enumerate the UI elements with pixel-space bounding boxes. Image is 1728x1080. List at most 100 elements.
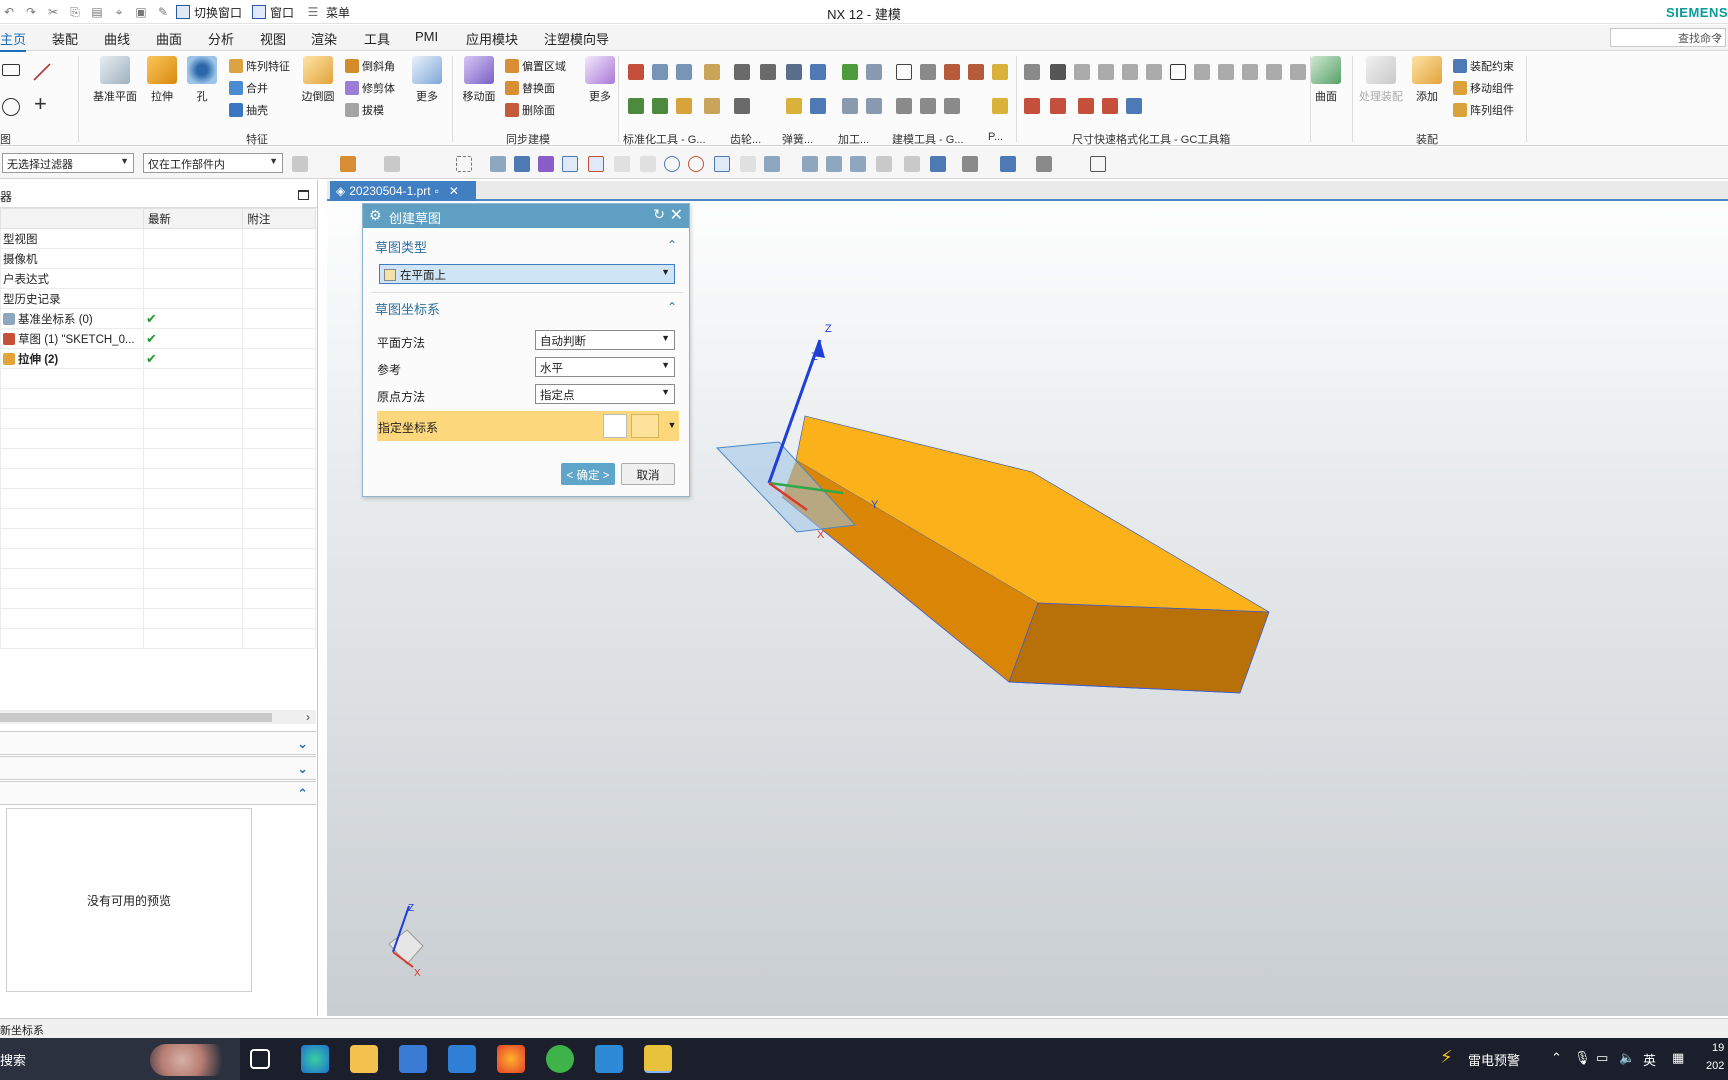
gear-icon[interactable] (704, 64, 720, 80)
dimension-icon[interactable] (1122, 64, 1138, 80)
gear-icon[interactable] (734, 64, 750, 80)
snap-icon[interactable] (340, 156, 356, 172)
table-row[interactable]: 摄像机 (0, 248, 316, 269)
dimension-icon[interactable] (1266, 64, 1282, 80)
dimension-icon[interactable] (1074, 64, 1090, 80)
dimension-icon[interactable] (1024, 64, 1040, 80)
dimension-icon[interactable] (1126, 98, 1142, 114)
search-icon[interactable]: ⌕ (1716, 30, 1722, 43)
command-search-input[interactable]: 查找命令 ⌕ (1610, 28, 1726, 47)
pmi-tool-icon[interactable] (992, 98, 1008, 114)
reference-dropdown[interactable]: 水平 ▼ (535, 357, 675, 377)
dimension-icon[interactable] (1078, 98, 1094, 114)
chevron-up-icon[interactable]: ⌃ (297, 786, 308, 802)
nx-app-icon[interactable] (644, 1045, 672, 1073)
gear-icon[interactable] (760, 64, 776, 80)
move-component-button[interactable]: 移动组件 (1453, 80, 1514, 96)
microphone-icon[interactable]: 🎙 (1574, 1050, 1591, 1066)
datum-plane-button[interactable]: 基准平面 (93, 56, 137, 104)
clock-time[interactable]: 19 (1712, 1042, 1724, 1054)
chevron-down-icon[interactable]: ▼ (665, 414, 679, 438)
std-tool-icon[interactable] (628, 98, 644, 114)
tab-curve[interactable]: 曲线 (104, 29, 130, 48)
gear-icon[interactable]: ⚙ (369, 207, 382, 224)
modeling-tool-icon[interactable] (944, 98, 960, 114)
dependencies-panel-header[interactable]: ⌄ (0, 731, 316, 755)
view-icon[interactable] (514, 156, 530, 172)
taskbar-search[interactable]: 搜索 (0, 1038, 240, 1080)
sketch-type-section-title[interactable]: 草图类型 (375, 237, 427, 256)
table-row[interactable]: 草图 (1) "SKETCH_0... ✔ (0, 328, 316, 349)
render-style-icon[interactable] (1000, 156, 1016, 172)
inferred-csys-icon[interactable] (631, 414, 659, 438)
machining-icon[interactable] (866, 98, 882, 114)
pattern-feature-button[interactable]: 阵列特征 (229, 58, 290, 74)
spring-icon[interactable] (810, 64, 826, 80)
lightning-icon[interactable]: ⚡ (1440, 1047, 1453, 1068)
store-icon[interactable] (399, 1045, 427, 1073)
modeling-tool-icon[interactable] (944, 64, 960, 80)
snap-point-icon[interactable] (614, 156, 630, 172)
snap-icon[interactable] (384, 156, 400, 172)
clock-date[interactable]: 202 (1706, 1060, 1724, 1072)
chevron-down-icon[interactable]: ⌄ (297, 761, 308, 777)
std-tool-icon[interactable] (676, 64, 692, 80)
table-row[interactable]: 户表达式 (0, 268, 316, 289)
gear-icon[interactable] (734, 98, 750, 114)
dimension-icon[interactable] (1194, 64, 1210, 80)
snap-point-icon[interactable] (664, 156, 680, 172)
modeling-tool-icon[interactable] (920, 64, 936, 80)
surface-button[interactable]: 曲面 (1304, 56, 1348, 104)
edge-browser-icon[interactable] (301, 1045, 329, 1073)
horizontal-scrollbar[interactable]: › (0, 710, 316, 724)
dimension-icon[interactable] (1098, 64, 1114, 80)
move-face-button[interactable]: 移动面 (457, 56, 501, 104)
render-style-icon[interactable] (962, 156, 978, 172)
edge-blend-button[interactable]: 边倒圆 (296, 56, 340, 104)
tab-applications[interactable]: 应用模块 (466, 29, 518, 48)
specify-csys-row[interactable]: 指定坐标系 ▼ (377, 411, 679, 441)
chamfer-button[interactable]: 倒斜角 (345, 58, 395, 74)
green-app-icon[interactable] (546, 1045, 574, 1073)
std-tool-icon[interactable] (652, 64, 668, 80)
close-icon[interactable]: ✕ (670, 205, 683, 225)
dimension-icon[interactable] (1024, 98, 1040, 114)
snap-point-icon[interactable] (714, 156, 730, 172)
scope-dropdown[interactable]: 仅在工作部件内 ▼ (143, 153, 283, 173)
tab-home[interactable]: 主页 (0, 29, 27, 52)
point-icon[interactable]: + (34, 93, 50, 115)
snap-point-icon[interactable] (562, 156, 578, 172)
column-header-name[interactable] (0, 208, 144, 229)
view-icon[interactable] (826, 156, 842, 172)
pmi-tool-icon[interactable] (992, 64, 1008, 80)
shell-button[interactable]: 抽壳 (229, 102, 268, 118)
table-row[interactable]: 基准坐标系 (0) ✔ (0, 308, 316, 329)
view-icon[interactable] (930, 156, 946, 172)
sketch-type-dropdown[interactable]: 在平面上 ▼ (379, 264, 675, 284)
table-row[interactable]: 型历史记录 (0, 288, 316, 309)
snap-point-icon[interactable] (640, 156, 656, 172)
chevron-up-icon[interactable]: ⌃ (667, 238, 677, 252)
line-icon[interactable] (32, 62, 51, 81)
reset-icon[interactable]: ↻ (653, 206, 665, 223)
ime-mode-icon[interactable]: ▦ (1672, 1050, 1684, 1066)
triangle-icon[interactable] (896, 64, 912, 80)
dimension-icon[interactable] (1218, 64, 1234, 80)
plane-method-dropdown[interactable]: 自动判断 ▼ (535, 330, 675, 350)
snap-point-icon[interactable] (740, 156, 756, 172)
view-icon[interactable] (802, 156, 818, 172)
assembly-constraint-button[interactable]: 装配约束 (1453, 58, 1514, 74)
circle-icon[interactable] (2, 98, 20, 116)
machining-icon[interactable] (842, 98, 858, 114)
tab-analysis[interactable]: 分析 (208, 29, 234, 48)
selection-filter-dropdown[interactable]: 无选择过滤器 ▼ (2, 153, 134, 173)
replace-face-button[interactable]: 替换面 (505, 80, 555, 96)
table-row[interactable]: 型视图 (0, 228, 316, 249)
network-icon[interactable]: ▭ (1596, 1050, 1608, 1066)
column-header-comment[interactable]: 附注 (242, 208, 316, 229)
details-panel-header[interactable]: ⌄ (0, 756, 316, 780)
process-assembly-button[interactable]: 处理装配 (1358, 56, 1404, 104)
machining-icon[interactable] (842, 64, 858, 80)
pattern-component-button[interactable]: 阵列组件 (1453, 102, 1514, 118)
snap-point-icon[interactable] (538, 156, 554, 172)
